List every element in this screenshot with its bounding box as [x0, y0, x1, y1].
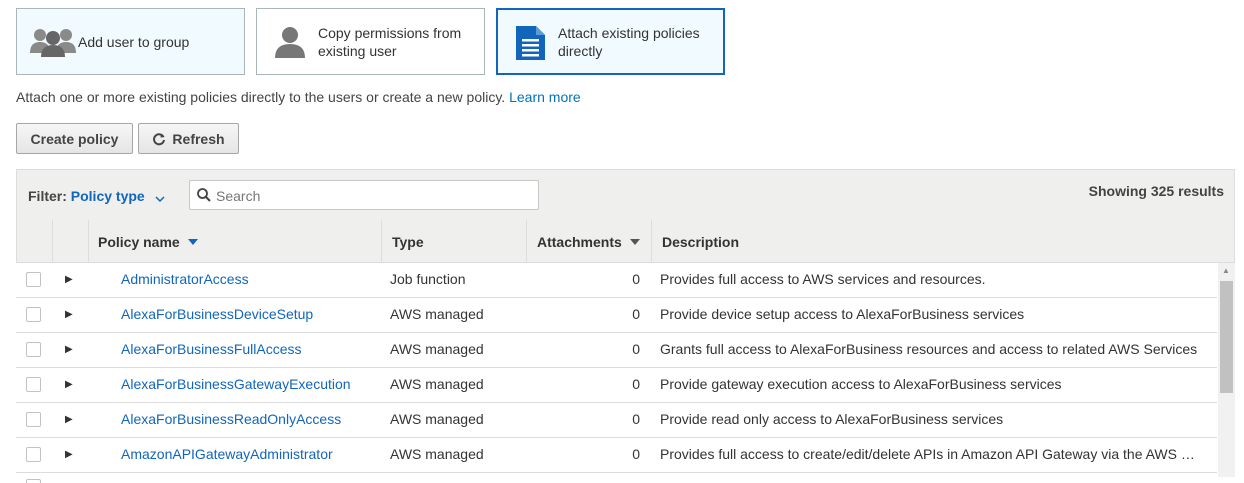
- policy-type: Job function: [390, 271, 466, 287]
- option-add-user-to-group[interactable]: Add user to group: [16, 8, 245, 75]
- expand-arrow-icon[interactable]: ▶: [65, 298, 73, 331]
- create-policy-button[interactable]: Create policy: [16, 123, 133, 154]
- document-icon: [514, 25, 546, 64]
- policy-type: AWS managed: [390, 341, 484, 357]
- expand-arrow-icon[interactable]: ▶: [65, 263, 73, 296]
- intro-text: Attach one or more existing policies dir…: [16, 89, 581, 105]
- results-count: Showing 325 results: [1088, 183, 1224, 199]
- header-select-column: [17, 220, 52, 263]
- option-label: Copy permissions from existing user: [318, 25, 462, 59]
- column-header-type[interactable]: Type: [381, 220, 526, 263]
- learn-more-link[interactable]: Learn more: [509, 89, 581, 105]
- table-row[interactable]: ▶ AlexaForBusinessFullAccess AWS managed…: [16, 333, 1217, 368]
- policy-description: Grants full access to AlexaForBusiness r…: [660, 341, 1198, 357]
- chevron-down-icon: [155, 189, 165, 205]
- filter-policy-type-dropdown[interactable]: Policy type: [71, 188, 165, 204]
- refresh-button[interactable]: Refresh: [138, 123, 239, 154]
- row-checkbox[interactable]: [26, 447, 41, 462]
- table-row[interactable]: ▶ AdministratorAccess Job function 0 Pro…: [16, 263, 1217, 298]
- row-checkbox[interactable]: [26, 342, 41, 357]
- table-row[interactable]: ▶ AmazonAPIGatewayAdministrator AWS mana…: [16, 438, 1217, 473]
- policy-attachments: 0: [632, 411, 640, 427]
- policy-name-link[interactable]: AlexaForBusinessDeviceSetup: [121, 298, 313, 331]
- table-row[interactable]: ▶ AlexaForBusinessGatewayExecution AWS m…: [16, 368, 1217, 403]
- option-label: Add user to group: [78, 34, 190, 50]
- column-header-policy-name[interactable]: Policy name: [88, 220, 381, 263]
- sort-desc-icon: [187, 238, 198, 245]
- policy-description: Provides full access to AWS services and…: [660, 271, 986, 287]
- policy-name-link[interactable]: AlexaForBusinessFullAccess: [121, 333, 302, 366]
- column-header-description[interactable]: Description: [651, 220, 1235, 263]
- header-expand-column: [52, 220, 88, 263]
- policy-attachments: 0: [632, 306, 640, 322]
- row-checkbox[interactable]: [26, 307, 41, 322]
- column-label: Attachments: [537, 233, 622, 250]
- expand-arrow-icon[interactable]: ▶: [65, 403, 73, 436]
- scrollbar-thumb[interactable]: [1220, 281, 1233, 393]
- intro-description: Attach one or more existing policies dir…: [16, 89, 506, 105]
- policy-table-header-panel: Filter: Policy type Showing 325 results …: [16, 169, 1235, 263]
- policy-description: Provide device setup access to AlexaForB…: [660, 306, 1025, 322]
- scroll-up-icon[interactable]: ▲: [1222, 266, 1230, 275]
- expand-arrow-icon[interactable]: ▶: [65, 368, 73, 401]
- policy-name-link[interactable]: AmazonAPIGatewayAdministrator: [121, 438, 333, 471]
- table-row-partial: [16, 473, 1217, 483]
- option-label: Attach existing policies directly: [558, 25, 700, 59]
- table-scrollbar[interactable]: ▲: [1218, 263, 1235, 477]
- policy-name-link[interactable]: AdministratorAccess: [121, 263, 249, 296]
- row-checkbox[interactable]: [26, 272, 41, 287]
- sort-icon: [629, 238, 640, 245]
- policy-type: AWS managed: [390, 411, 484, 427]
- policy-attachments: 0: [632, 446, 640, 462]
- filter-label-text: Filter:: [28, 188, 67, 204]
- row-checkbox[interactable]: [26, 412, 41, 427]
- user-icon: [274, 26, 306, 61]
- expand-arrow-icon[interactable]: ▶: [65, 333, 73, 366]
- policy-description: Provides full access to create/edit/dele…: [660, 446, 1200, 462]
- column-header-attachments[interactable]: Attachments: [526, 220, 651, 263]
- filter-value: Policy type: [70, 188, 145, 204]
- policy-attachments: 0: [632, 271, 640, 287]
- policy-table-body: ▶ AdministratorAccess Job function 0 Pro…: [16, 263, 1217, 483]
- policy-type: AWS managed: [390, 376, 484, 392]
- create-policy-label: Create policy: [30, 130, 119, 147]
- policy-type: AWS managed: [390, 306, 484, 322]
- row-checkbox[interactable]: [26, 377, 41, 392]
- table-row[interactable]: ▶ AlexaForBusinessDeviceSetup AWS manage…: [16, 298, 1217, 333]
- search-input[interactable]: [214, 181, 538, 211]
- refresh-label: Refresh: [172, 130, 225, 147]
- row-checkbox[interactable]: [26, 479, 41, 483]
- policy-attachments: 0: [632, 376, 640, 392]
- table-row[interactable]: ▶ AlexaForBusinessReadOnlyAccess AWS man…: [16, 403, 1217, 438]
- policy-description: Provide read only access to AlexaForBusi…: [660, 411, 1004, 427]
- expand-arrow-icon[interactable]: ▶: [65, 438, 73, 471]
- group-icon: [30, 26, 76, 61]
- search-box: [189, 180, 539, 211]
- filter-label: Filter: Policy type: [28, 188, 165, 205]
- option-attach-policies[interactable]: Attach existing policies directly: [496, 8, 725, 75]
- column-label: Description: [662, 233, 740, 250]
- policy-description: Provide gateway execution access to Alex…: [660, 376, 1062, 392]
- option-copy-permissions[interactable]: Copy permissions from existing user: [256, 8, 485, 75]
- policy-name-link[interactable]: AlexaForBusinessGatewayExecution: [121, 368, 351, 401]
- policy-name-link[interactable]: AlexaForBusinessReadOnlyAccess: [121, 403, 341, 436]
- policy-attachments: 0: [632, 341, 640, 357]
- policy-type: AWS managed: [390, 446, 484, 462]
- refresh-icon: [152, 132, 166, 146]
- search-icon: [197, 188, 211, 207]
- column-label: Type: [392, 233, 424, 250]
- column-label: Policy name: [98, 233, 180, 250]
